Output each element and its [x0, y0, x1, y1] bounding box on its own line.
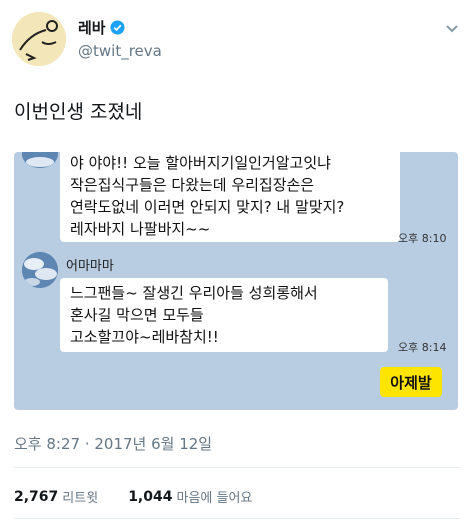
retweets-label[interactable]: 리트윗 — [62, 487, 98, 506]
sender-avatar — [22, 252, 58, 288]
display-name-row[interactable]: 레바 — [78, 17, 125, 38]
retweets-count[interactable]: 2,767 — [14, 489, 58, 505]
sender-avatar-partial — [22, 152, 58, 168]
chat-message-bubble: 야 야야!! 오늘 할아버지기일인거알고잇냐 작은집식구들은 다왔는데 우리집장… — [60, 152, 400, 242]
divider — [14, 518, 460, 519]
chat-message-bubble: 느그팬들~ 잘생긴 우리아들 성희롱해서 혼사길 막으면 모두들 고소할끄야~레… — [60, 278, 388, 352]
avatar-drawing — [12, 12, 66, 66]
tweet-text: 이번인생 조졌네 — [14, 101, 143, 123]
likes-count[interactable]: 1,044 — [128, 489, 172, 505]
likes-label[interactable]: 마음에 들어요 — [176, 487, 252, 506]
chat-message-time: 오후 8:14 — [398, 341, 447, 354]
chat-message-time: 오후 8:10 — [398, 232, 447, 245]
divider — [14, 467, 460, 468]
tweet-stats: 2,767 리트윗 1,044 마음에 들어요 — [14, 487, 252, 507]
user-handle[interactable]: @twit_reva — [78, 42, 162, 60]
chevron-down-icon[interactable] — [445, 24, 459, 34]
my-reply-bubble: 아제발 — [380, 367, 442, 397]
avatar[interactable] — [12, 12, 66, 66]
verified-badge-icon — [110, 20, 125, 35]
display-name[interactable]: 레바 — [78, 17, 106, 38]
tweet-timestamp[interactable]: 오후 8:27 · 2017년 6월 12일 — [14, 433, 212, 454]
tweet-media-image[interactable]: 야 야야!! 오늘 할아버지기일인거알고잇냐 작은집식구들은 다왔는데 우리집장… — [14, 152, 458, 410]
chat-sender-name: 어마마마 — [66, 259, 114, 274]
